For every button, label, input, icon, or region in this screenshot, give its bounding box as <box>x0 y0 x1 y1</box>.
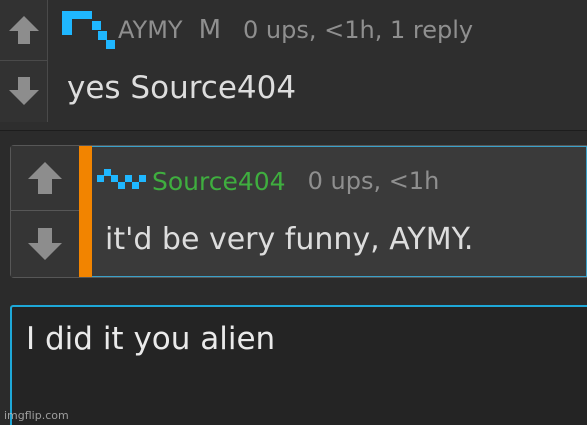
avatar-icon[interactable] <box>62 9 116 51</box>
arrow-down-icon <box>8 77 39 105</box>
reply-downvote-button[interactable] <box>11 212 79 276</box>
avatar-icon[interactable] <box>97 169 149 193</box>
upvote-button[interactable] <box>0 0 47 61</box>
arrow-up-icon <box>28 162 62 194</box>
reply-upvote-button[interactable] <box>11 146 79 211</box>
comment-meta: 0 ups, <1h, 1 reply <box>243 16 474 44</box>
comment: AYMY M 0 ups, <1h, 1 reply yes Source404 <box>0 0 587 131</box>
arrow-down-icon <box>28 228 62 260</box>
comment-vote-column <box>0 0 48 122</box>
arrow-up-icon <box>8 16 39 44</box>
reply-username[interactable]: Source404 <box>152 167 286 196</box>
downvote-button[interactable] <box>0 61 47 121</box>
reply-header: Source404 0 ups, <1h <box>97 161 439 201</box>
comment-header: AYMY M 0 ups, <1h, 1 reply <box>62 7 473 53</box>
comment-text: yes Source404 <box>67 70 297 106</box>
watermark: imgflip.com <box>4 409 69 422</box>
reply-vote-column <box>11 146 80 277</box>
reply-textarea-value[interactable]: I did it you alien <box>26 321 275 357</box>
reply-meta: 0 ups, <1h <box>307 167 440 195</box>
comment-username[interactable]: AYMY <box>118 16 183 44</box>
reply-text: it'd be very funny, AYMY. <box>105 222 474 257</box>
reply-textarea[interactable]: I did it you alien <box>10 305 587 425</box>
mod-badge: M <box>198 15 222 45</box>
reply-highlight-stripe <box>79 146 92 277</box>
